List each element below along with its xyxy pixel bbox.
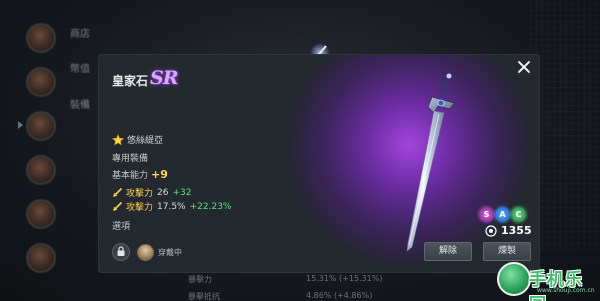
attack-icon (112, 201, 123, 212)
rune-slot-s[interactable]: S (479, 207, 494, 222)
sword-icon (406, 73, 455, 252)
game-screen: 商店 幣值 裝備 暴擊力 15.31% (+15.31%) 暴擊抵抗 4.86%… (0, 0, 600, 301)
combat-power: 1355 (485, 224, 532, 237)
equipped-text: 穿戴中 (158, 248, 182, 257)
rune-slot-c[interactable]: C (511, 207, 526, 222)
base-ability-value: +9 (151, 168, 168, 181)
hero-avatar (137, 244, 154, 261)
watermark-url: www.shouji.com.cn (537, 287, 595, 294)
background-hero-avatar[interactable] (26, 67, 56, 97)
background-stat-value: 15.31% (+15.31%) (306, 274, 383, 283)
exclusive-label: 專用裝備 (112, 154, 149, 164)
lock-button[interactable] (112, 243, 130, 261)
item-name: 皇家石 (112, 74, 149, 88)
background-menu-item[interactable]: 商店 (70, 25, 90, 40)
watermark-logo (497, 262, 531, 296)
selected-arrow-icon (18, 121, 23, 129)
site-watermark: 手机乐园 www.shouji.com.cn (497, 262, 600, 301)
stat-row: 攻擊力 26 +32 (112, 186, 191, 199)
background-hero-avatar[interactable] (26, 243, 56, 273)
close-icon[interactable] (516, 59, 532, 75)
option-label: 選項 (112, 222, 131, 232)
refine-button[interactable]: 煉製 (483, 242, 531, 261)
rune-slot-a[interactable]: A (495, 207, 510, 222)
background-hero-avatar[interactable] (26, 199, 56, 229)
background-hero-avatar[interactable] (26, 155, 56, 185)
stat-value: 26 (157, 187, 169, 198)
attack-icon (112, 187, 123, 198)
stat-label: 攻擊力 (126, 189, 154, 199)
stat-label: 攻擊力 (126, 203, 154, 213)
equipped-status: 穿戴中 (137, 244, 182, 261)
base-ability: 基本能力 +9 (112, 168, 168, 181)
background-menu-item[interactable]: 幣值 (70, 60, 90, 75)
lock-icon (117, 246, 125, 256)
background-menu-item[interactable]: 裝備 (70, 96, 90, 111)
stat-bonus: +32 (172, 187, 192, 198)
star-icon (112, 133, 124, 146)
hero-name: 悠絲緹亞 (127, 136, 164, 146)
base-ability-label: 基本能力 (112, 171, 149, 181)
background-hero-avatar[interactable] (26, 23, 56, 53)
background-hero-avatar[interactable] (26, 111, 56, 141)
combat-power-value: 1355 (501, 224, 532, 237)
background-stat-label: 暴擊抵抗 (188, 292, 220, 301)
item-detail-panel: 皇家石 SR 悠絲緹亞 專用裝備 基本能力 +9 攻擊力 26 +32 攻擊力 … (99, 55, 539, 272)
background-pattern (530, 0, 600, 250)
item-grade-badge: SR (150, 67, 178, 89)
unequip-button[interactable]: 解除 (424, 242, 472, 261)
background-stat-value: 4.86% (+4.86%) (306, 291, 373, 300)
background-stat-label: 暴擊力 (188, 275, 212, 284)
watermark-text: 手机乐园 (529, 270, 583, 301)
stat-row: 攻擊力 17.5% +22.23% (112, 200, 231, 213)
stat-bonus: +22.23% (189, 201, 232, 212)
power-icon (485, 224, 497, 237)
stat-value: 17.5% (157, 201, 186, 212)
exclusive-hero: 悠絲緹亞 (112, 133, 163, 146)
